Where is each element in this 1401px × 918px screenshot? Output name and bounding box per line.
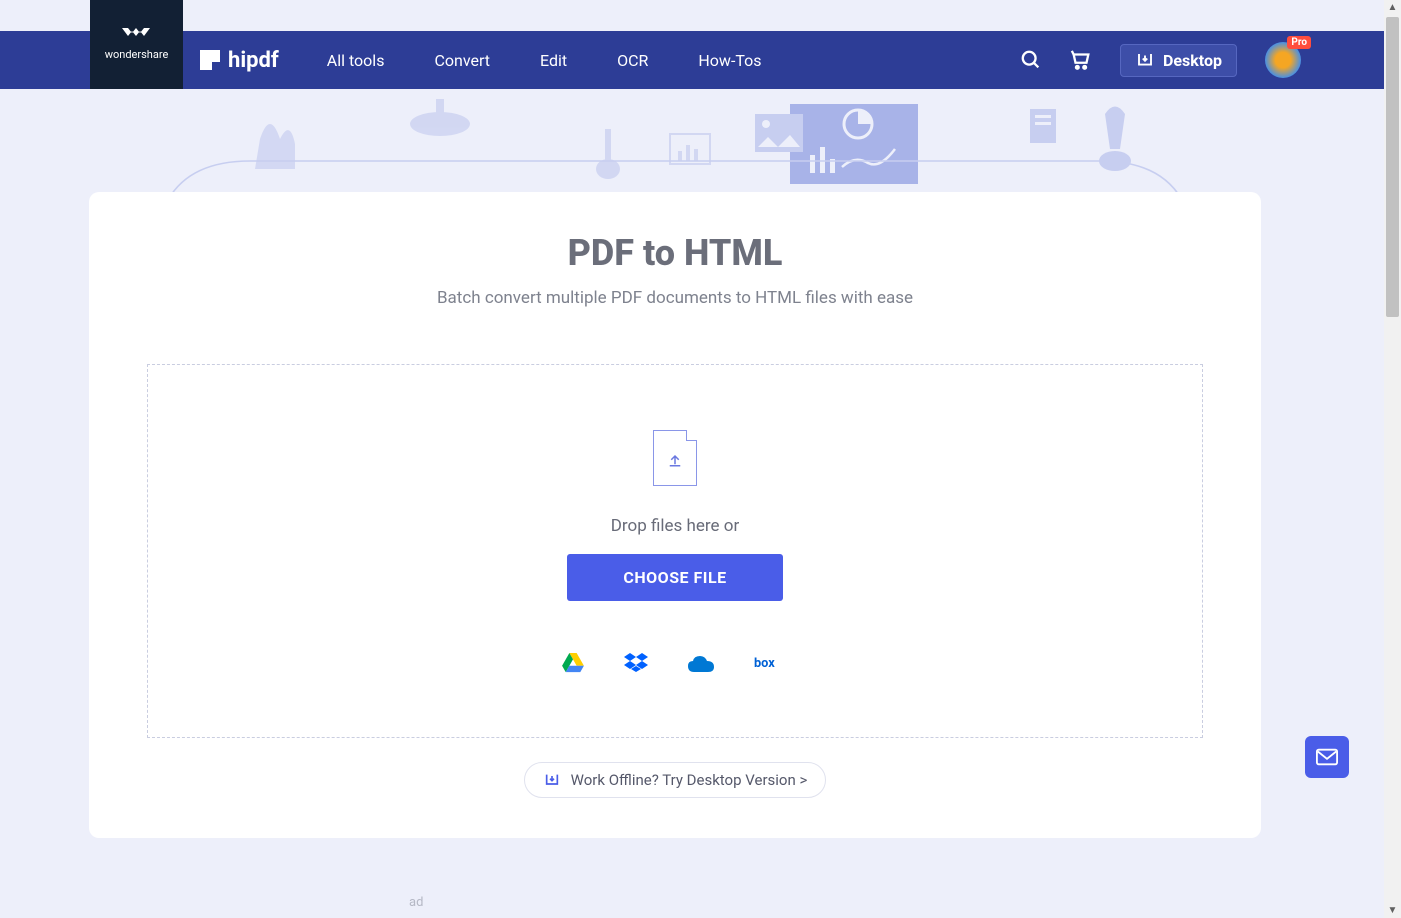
page-subtitle: Batch convert multiple PDF documents to … [89, 288, 1261, 308]
cloud-sources: box [562, 653, 788, 673]
nav-all-tools[interactable]: All tools [327, 51, 385, 70]
scroll-down-arrow[interactable]: ▼ [1387, 905, 1398, 916]
onedrive-icon[interactable] [688, 654, 714, 672]
scrollbar-thumb[interactable] [1386, 17, 1399, 317]
hipdf-icon [200, 50, 220, 70]
file-drop-zone[interactable]: Drop files here or CHOOSE FILE box [147, 364, 1203, 738]
product-name: hipdf [228, 48, 279, 73]
nav-ocr[interactable]: OCR [617, 51, 648, 70]
contact-mail-button[interactable] [1305, 736, 1349, 778]
ad-label: ad [409, 895, 423, 910]
svg-text:box: box [754, 656, 775, 671]
wondershare-label: wondershare [105, 48, 169, 61]
search-icon[interactable] [1020, 49, 1042, 71]
offline-text: Work Offline? Try Desktop Version > [571, 771, 808, 789]
work-offline-link[interactable]: Work Offline? Try Desktop Version > [524, 762, 827, 798]
desktop-label: Desktop [1163, 51, 1222, 70]
nav-edit[interactable]: Edit [540, 51, 567, 70]
product-logo[interactable]: hipdf [200, 48, 279, 73]
mail-icon [1316, 748, 1338, 766]
page-title: PDF to HTML [89, 232, 1261, 274]
nav-menu: All tools Convert Edit OCR How-Tos [327, 51, 762, 70]
hero-illustration [0, 89, 1401, 199]
scroll-up-arrow[interactable]: ▲ [1387, 2, 1398, 13]
desktop-button[interactable]: Desktop [1120, 44, 1237, 77]
drop-text: Drop files here or [611, 516, 739, 536]
user-avatar[interactable]: Pro [1265, 42, 1301, 78]
box-icon[interactable]: box [754, 655, 788, 671]
main-navbar: wondershare hipdf All tools Convert Edit… [0, 31, 1401, 89]
vertical-scrollbar[interactable]: ▲ ▼ [1384, 0, 1401, 918]
cart-icon[interactable] [1070, 49, 1092, 71]
choose-file-button[interactable]: CHOOSE FILE [567, 554, 782, 601]
pro-badge: Pro [1287, 36, 1311, 49]
nav-howtos[interactable]: How-Tos [698, 51, 761, 70]
download-icon [1135, 51, 1155, 69]
download-monitor-icon [543, 772, 561, 788]
nav-convert[interactable]: Convert [434, 51, 490, 70]
google-drive-icon[interactable] [562, 653, 584, 673]
main-card: PDF to HTML Batch convert multiple PDF d… [89, 192, 1261, 838]
wondershare-logo[interactable]: wondershare [90, 0, 183, 89]
upload-file-icon [653, 430, 697, 486]
wondershare-icon [122, 28, 152, 44]
dropbox-icon[interactable] [624, 653, 648, 673]
